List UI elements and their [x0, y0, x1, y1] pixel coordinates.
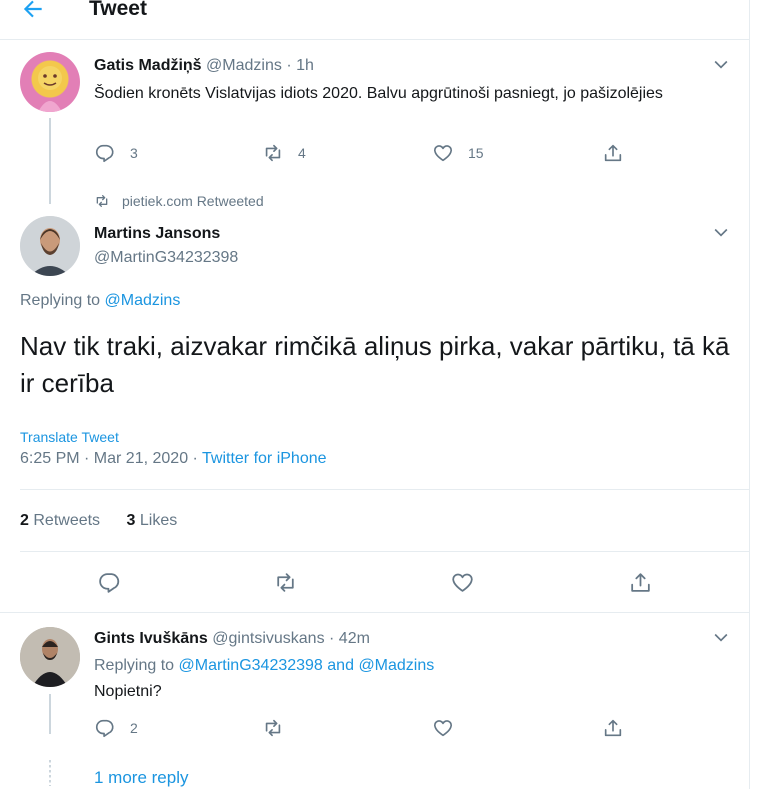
reply-button[interactable] — [97, 570, 122, 595]
replying-prefix: Replying to — [94, 657, 175, 674]
like-count: 15 — [468, 145, 484, 161]
tweet-panel: Tweet Gatis Madžiņš @Madzins · 1h Šodien… — [0, 0, 750, 789]
author-handle[interactable]: @Madzins — [206, 57, 282, 74]
reply-icon — [95, 144, 114, 163]
main-author-name: Martins Jansons — [94, 224, 220, 244]
tweet-text: Nopietni? — [94, 683, 162, 700]
retweet-icon — [265, 144, 281, 162]
avatar[interactable] — [20, 627, 80, 687]
author-name[interactable]: Gatis Madžiņš — [94, 57, 202, 74]
replying-and: and — [327, 657, 354, 674]
back-arrow-icon[interactable] — [20, 0, 56, 24]
retweet-count: 4 — [298, 145, 306, 161]
like-total: 3 — [126, 512, 136, 529]
likes-label: Likes — [139, 512, 178, 529]
chevron-down-icon[interactable] — [711, 627, 731, 647]
more-replies-link[interactable]: 1 more reply — [94, 768, 188, 788]
chevron-down-icon[interactable] — [711, 222, 731, 242]
likes-stat[interactable]: 3 Likes — [127, 512, 178, 529]
heart-icon — [433, 720, 453, 737]
like-button[interactable]: 15 — [432, 142, 484, 164]
share-button[interactable] — [602, 717, 624, 739]
replying-to-link[interactable]: @Madzins — [358, 657, 434, 674]
page-title: Tweet — [89, 0, 147, 20]
retweeted-by[interactable]: pietiek.com Retweeted — [122, 193, 264, 209]
author-name[interactable]: Martins Jansons — [94, 225, 220, 242]
like-button[interactable] — [432, 717, 454, 739]
main-author-handle: @MartinG34232398 — [94, 248, 238, 268]
share-icon — [604, 144, 622, 162]
thread-line — [49, 694, 51, 734]
author-handle[interactable]: @gintsivuskans — [212, 630, 324, 647]
retweet-button[interactable] — [273, 570, 298, 595]
retweets-label: Retweets — [33, 512, 101, 529]
tweet-time[interactable]: · 42m — [329, 630, 370, 647]
header: Tweet — [0, 0, 750, 40]
reply-icon — [95, 719, 114, 738]
replying-to-link[interactable]: @Madzins — [105, 292, 181, 309]
replying-to: Replying to @Madzins — [20, 291, 180, 311]
timestamp[interactable]: 6:25 PM · Mar 21, 2020 · — [20, 450, 198, 467]
divider — [20, 551, 750, 552]
tweet-time[interactable]: · 1h — [286, 57, 314, 74]
reply-icon — [99, 573, 120, 593]
tweet-header: Gints Ivuškāns @gintsivuskans · 42m — [94, 629, 370, 649]
share-icon — [604, 719, 622, 737]
source-link[interactable]: Twitter for iPhone — [202, 450, 327, 467]
heart-icon — [433, 145, 453, 162]
like-button[interactable] — [450, 570, 475, 595]
author-name[interactable]: Gints Ivuškāns — [94, 630, 208, 647]
retweet-total: 2 — [20, 512, 29, 529]
translate-link[interactable]: Translate Tweet — [20, 428, 119, 446]
replying-to: Replying to @MartinG34232398 and @Madzin… — [94, 656, 434, 676]
avatar[interactable] — [20, 52, 80, 112]
reply-button[interactable]: 3 — [94, 142, 138, 164]
retweet-icon — [96, 195, 108, 207]
thread-dots — [49, 760, 51, 786]
author-handle[interactable]: @MartinG34232398 — [94, 249, 238, 266]
retweet-note: pietiek.com Retweeted — [94, 193, 264, 209]
chevron-down-icon[interactable] — [711, 54, 731, 74]
divider — [20, 489, 750, 490]
replying-prefix: Replying to — [20, 292, 101, 309]
tweet-text: Šodien kronēts Vislatvijas idiots 2020. … — [94, 85, 663, 102]
divider — [0, 612, 750, 613]
retweet-button[interactable]: 4 — [262, 142, 306, 164]
share-button[interactable] — [602, 142, 624, 164]
timestamp-row: 6:25 PM · Mar 21, 2020 · Twitter for iPh… — [20, 449, 327, 469]
replying-to-link[interactable]: @MartinG34232398 — [179, 657, 323, 674]
heart-icon — [452, 573, 473, 592]
retweet-button[interactable] — [262, 717, 284, 739]
retweet-icon — [277, 573, 294, 592]
engagement-stats: 2 Retweets 3 Likes — [20, 511, 177, 531]
share-button[interactable] — [628, 570, 653, 595]
reply-count: 2 — [130, 720, 138, 736]
thread-line — [49, 118, 51, 204]
main-tweet-text: Nav tik traki, aizvakar rimčikā aliņus p… — [20, 331, 730, 398]
reply-count: 3 — [130, 145, 138, 161]
retweet-icon — [265, 719, 281, 737]
retweets-stat[interactable]: 2 Retweets — [20, 512, 100, 529]
tweet-header: Gatis Madžiņš @Madzins · 1h — [94, 56, 314, 76]
avatar[interactable] — [20, 216, 80, 276]
share-icon — [631, 573, 650, 592]
reply-button[interactable]: 2 — [94, 717, 138, 739]
